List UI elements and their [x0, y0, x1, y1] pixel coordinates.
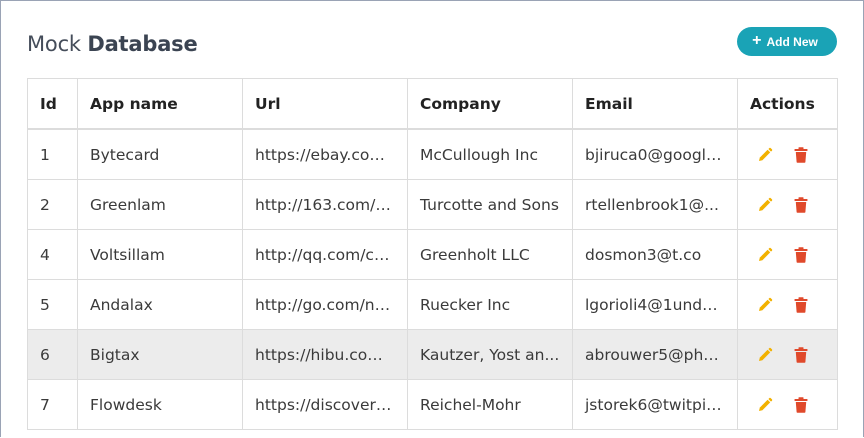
- cell-actions: [737, 379, 838, 430]
- page-title-bold: Database: [87, 32, 198, 56]
- cell-email: jstorek6@twitpic...: [572, 379, 738, 430]
- table-header-row: Id App name Url Company Email Actions: [27, 78, 838, 130]
- add-new-button[interactable]: + Add New: [737, 27, 837, 56]
- trash-icon[interactable]: [792, 296, 810, 314]
- table-row[interactable]: 1 Bytecard https://ebay.com... McCullough I…: [27, 128, 838, 180]
- cell-actions: [737, 229, 838, 280]
- cell-company: Ruecker Inc: [407, 279, 573, 330]
- cell-app-name: Greenlam: [77, 179, 243, 230]
- add-new-label: Add New: [766, 34, 818, 49]
- cell-email: bjiruca0@google...: [572, 128, 738, 180]
- pencil-icon[interactable]: [756, 246, 774, 264]
- cell-app-name: Bigtax: [77, 329, 243, 380]
- cell-email: abrouwer5@pho...: [572, 329, 738, 380]
- trash-icon[interactable]: [792, 196, 810, 214]
- table-row[interactable]: 4 Voltsillam http://qq.com/cu... Greenholt …: [27, 229, 838, 280]
- table-row[interactable]: 2 Greenlam http://163.com/a... Turcotte and…: [27, 179, 838, 230]
- cell-actions: [737, 128, 838, 180]
- col-header-company[interactable]: Company: [407, 78, 573, 130]
- plus-icon: +: [752, 31, 762, 49]
- cell-id: 6: [27, 329, 78, 380]
- cell-email: rtellenbrook1@...: [572, 179, 738, 230]
- pencil-icon[interactable]: [756, 196, 774, 214]
- pencil-icon[interactable]: [756, 146, 774, 164]
- table-row[interactable]: 7 Flowdesk https://discovery... Reichel-Moh…: [27, 379, 838, 430]
- cell-actions: [737, 329, 838, 380]
- table-row[interactable]: 6 Bigtax https://hibu.com... Kautzer, Yost …: [27, 329, 838, 380]
- col-header-actions: Actions: [737, 78, 838, 130]
- cell-id: 1: [27, 128, 78, 180]
- cell-url: http://go.com/no...: [242, 279, 408, 330]
- cell-actions: [737, 279, 838, 330]
- cell-id: 4: [27, 229, 78, 280]
- trash-icon[interactable]: [792, 146, 810, 164]
- cell-company: Kautzer, Yost an...: [407, 329, 573, 380]
- database-table: Id App name Url Company Email Actions 1B…: [27, 78, 838, 430]
- table-row[interactable]: 5 Andalax http://go.com/no... Ruecker Inc lg…: [27, 279, 838, 330]
- page-title-light: Mock: [27, 32, 88, 56]
- col-header-url[interactable]: Url: [242, 78, 408, 130]
- cell-id: 7: [27, 379, 78, 430]
- cell-id: 2: [27, 179, 78, 230]
- cell-email: dosmon3@t.co: [572, 229, 738, 280]
- cell-company: Reichel-Mohr: [407, 379, 573, 430]
- cell-actions: [737, 179, 838, 230]
- cell-app-name: Andalax: [77, 279, 243, 330]
- pencil-icon[interactable]: [756, 346, 774, 364]
- pencil-icon[interactable]: [756, 296, 774, 314]
- cell-app-name: Voltsillam: [77, 229, 243, 280]
- cell-email: lgorioli4@1und1....: [572, 279, 738, 330]
- cell-url: http://163.com/a...: [242, 179, 408, 230]
- trash-icon[interactable]: [792, 396, 810, 414]
- pencil-icon[interactable]: [756, 396, 774, 414]
- cell-url: https://hibu.com...: [242, 329, 408, 380]
- cell-id: 5: [27, 279, 78, 330]
- cell-app-name: Bytecard: [77, 128, 243, 180]
- cell-app-name: Flowdesk: [77, 379, 243, 430]
- trash-icon[interactable]: [792, 246, 810, 264]
- cell-company: McCullough Inc: [407, 128, 573, 180]
- col-header-id[interactable]: Id: [27, 78, 78, 130]
- cell-url: https://discovery...: [242, 379, 408, 430]
- trash-icon[interactable]: [792, 346, 810, 364]
- app-window: Mock Database + Add New Id App name Url …: [0, 0, 864, 437]
- page-title: Mock Database: [27, 32, 198, 56]
- cell-url: http://qq.com/cu...: [242, 229, 408, 280]
- col-header-email[interactable]: Email: [572, 78, 738, 130]
- cell-company: Greenholt LLC: [407, 229, 573, 280]
- cell-company: Turcotte and Sons: [407, 179, 573, 230]
- cell-url: https://ebay.com...: [242, 128, 408, 180]
- col-header-app-name[interactable]: App name: [77, 78, 243, 130]
